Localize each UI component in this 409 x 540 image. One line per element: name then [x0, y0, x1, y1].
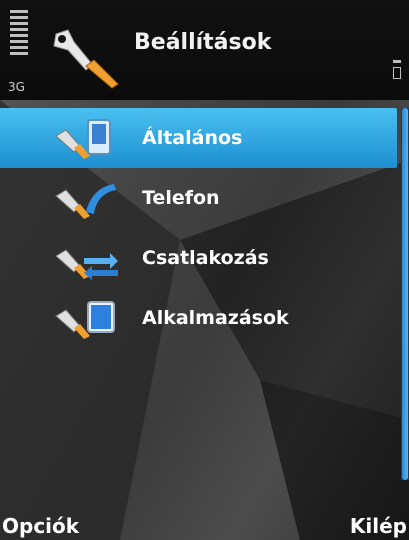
network-type: 3G [8, 80, 25, 94]
options-softkey[interactable]: Opciók [2, 514, 79, 538]
softkey-bar: Opciók Kilép [0, 508, 409, 540]
menu-item-telefon[interactable]: Telefon [0, 168, 397, 228]
menu-item-label: Csatlakozás [142, 247, 269, 269]
menu-item-label: Alkalmazások [142, 307, 289, 329]
general-settings-icon [55, 119, 111, 159]
battery-icon [393, 60, 401, 83]
settings-menu-list: Általános Telefon Csatlakozás Alkalmazás… [0, 108, 409, 348]
page-title: Beállítások [134, 30, 272, 55]
phone-settings-icon [55, 184, 116, 219]
status-bar: 3G Beállítások [0, 0, 409, 100]
menu-item-csatlakozas[interactable]: Csatlakozás [0, 228, 397, 288]
exit-softkey[interactable]: Kilép [350, 514, 407, 538]
scrollbar[interactable] [401, 108, 409, 480]
settings-wrench-icon [53, 29, 119, 89]
menu-item-label: Általános [142, 127, 243, 149]
menu-item-alkalmazasok[interactable]: Alkalmazások [0, 288, 397, 348]
menu-item-altalanos[interactable]: Általános [0, 108, 397, 168]
menu-item-label: Telefon [142, 187, 220, 209]
scrollbar-thumb[interactable] [402, 108, 408, 480]
applications-settings-icon [55, 301, 115, 339]
signal-strength-icon [10, 10, 28, 58]
connection-settings-icon [55, 249, 118, 280]
